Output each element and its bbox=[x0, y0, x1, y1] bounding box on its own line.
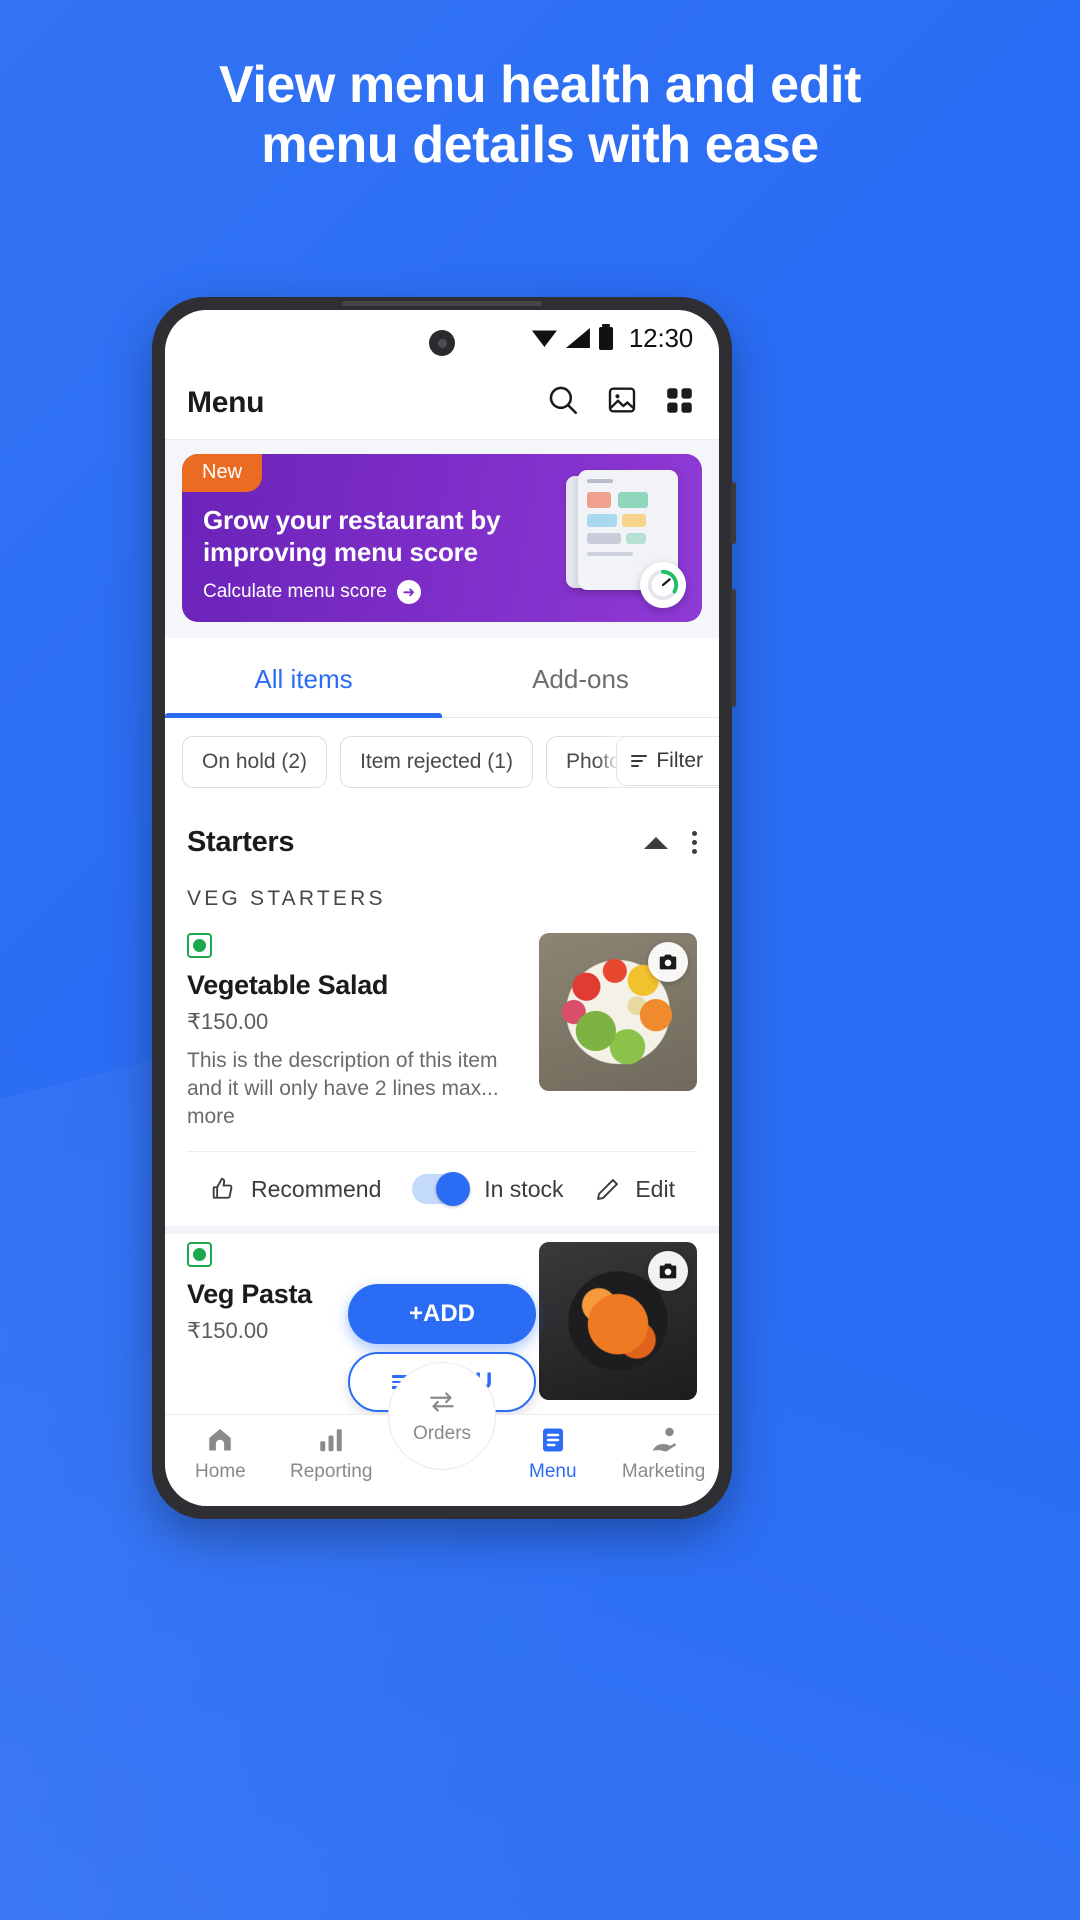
edit-label: Edit bbox=[635, 1175, 675, 1202]
caret-up-icon[interactable] bbox=[644, 836, 668, 849]
list-divider bbox=[165, 1226, 719, 1235]
veg-indicator-icon bbox=[187, 1242, 212, 1268]
section-title: Starters bbox=[187, 826, 295, 858]
image-icon[interactable] bbox=[606, 384, 638, 421]
status-icons: 12:30 bbox=[531, 322, 693, 354]
front-camera-icon bbox=[429, 330, 455, 356]
headline-line-1: View menu health and edit bbox=[218, 56, 862, 114]
promo-cta-label: Calculate menu score bbox=[203, 581, 387, 602]
promo-cta[interactable]: Calculate menu score ➜ bbox=[203, 580, 421, 604]
status-bar: 12:30 bbox=[165, 310, 719, 366]
in-stock-toggle-group[interactable]: In stock bbox=[412, 1172, 564, 1207]
search-icon[interactable] bbox=[546, 383, 580, 422]
menu-item-description: This is the description of this item and… bbox=[187, 1049, 499, 1129]
megaphone-hand-icon bbox=[652, 1427, 676, 1452]
in-stock-toggle[interactable] bbox=[412, 1172, 471, 1207]
promo-illustration bbox=[560, 470, 688, 610]
menu-item-name: Vegetable Salad bbox=[187, 970, 389, 1000]
section-header-starters: Starters bbox=[165, 806, 719, 869]
promo-art-footer-line bbox=[587, 552, 633, 556]
menu-item-thumbnail[interactable] bbox=[539, 1242, 697, 1401]
filter-button-label: Filter bbox=[656, 749, 703, 772]
tab-add-ons[interactable]: Add-ons bbox=[442, 638, 719, 717]
menu-item-actions: Recommend In stock Edit bbox=[187, 1151, 697, 1226]
promo-banner-container: New Grow your restaurant by improving me… bbox=[165, 440, 719, 638]
promo-art-block-3 bbox=[587, 514, 617, 527]
nav-item-marketing-label: Marketing bbox=[621, 1461, 706, 1482]
pencil-icon bbox=[597, 1178, 619, 1200]
tab-bar: All items Add-ons bbox=[165, 638, 719, 718]
filter-lines-icon bbox=[631, 755, 648, 767]
wifi-icon bbox=[531, 330, 557, 347]
nav-item-menu-label: Menu bbox=[529, 1461, 577, 1482]
chip-on-hold[interactable]: On hold (2) bbox=[182, 736, 328, 788]
promo-art-block-2 bbox=[618, 492, 648, 508]
promo-art-block-6 bbox=[626, 533, 646, 544]
tab-all-items-label: All items bbox=[254, 664, 353, 694]
nav-item-home[interactable]: Home bbox=[165, 1425, 276, 1483]
menu-item-thumbnail[interactable] bbox=[539, 933, 697, 1091]
nav-item-reporting-label: Reporting bbox=[290, 1461, 373, 1482]
tab-all-items[interactable]: All items bbox=[165, 638, 442, 718]
home-icon bbox=[209, 1429, 232, 1451]
recommend-label: Recommend bbox=[251, 1175, 382, 1202]
promo-title-line-2: improving menu score bbox=[203, 536, 478, 567]
filter-button[interactable]: Filter bbox=[616, 736, 719, 786]
in-stock-label: In stock bbox=[484, 1175, 564, 1202]
menu-item-content: Vegetable Salad ₹150.00 This is the desc… bbox=[187, 925, 697, 1131]
menu-item-price: ₹150.00 bbox=[187, 1009, 269, 1034]
add-item-button[interactable]: +ADD bbox=[348, 1284, 536, 1344]
nav-item-marketing[interactable]: Marketing bbox=[608, 1425, 719, 1483]
kebab-menu-icon[interactable] bbox=[692, 831, 697, 854]
nav-item-orders[interactable]: Orders bbox=[388, 1362, 496, 1470]
signal-icon bbox=[565, 328, 590, 348]
menu-score-gauge-icon bbox=[640, 562, 686, 608]
section-tools bbox=[644, 831, 697, 854]
promo-title: Grow your restaurant by improving menu s… bbox=[203, 505, 533, 568]
menu-list-icon bbox=[542, 1428, 563, 1452]
add-item-label: +ADD bbox=[408, 1300, 475, 1327]
nav-item-reporting[interactable]: Reporting bbox=[276, 1425, 387, 1483]
promo-new-badge: New bbox=[182, 454, 263, 492]
headline-line-2: menu details with ease bbox=[261, 115, 819, 174]
phone-frame: 12:30 Menu New Grow your restaurant by i… bbox=[152, 297, 736, 1519]
nav-item-menu[interactable]: Menu bbox=[497, 1425, 608, 1483]
phone-screen: 12:30 Menu New Grow your restaurant by i… bbox=[165, 310, 719, 1506]
list-item[interactable]: Vegetable Salad ₹150.00 This is the desc… bbox=[165, 925, 719, 1226]
bar-chart-icon bbox=[320, 1429, 342, 1452]
app-bar-actions bbox=[546, 383, 695, 422]
arrow-right-circle-icon: ➜ bbox=[396, 580, 421, 604]
tab-add-ons-label: Add-ons bbox=[532, 664, 629, 694]
battery-icon bbox=[598, 323, 613, 350]
bottom-navigation: Home Reporting Menu Marketing Orders bbox=[165, 1362, 719, 1506]
transfer-arrows-icon bbox=[430, 1392, 454, 1412]
thumbs-up-icon bbox=[212, 1178, 233, 1200]
app-bar: Menu bbox=[165, 366, 719, 440]
camera-icon[interactable] bbox=[648, 942, 688, 982]
chip-item-rejected[interactable]: Item rejected (1) bbox=[340, 736, 533, 788]
page-title: Menu bbox=[187, 385, 265, 419]
promo-art-block-1 bbox=[587, 492, 611, 508]
veg-indicator-icon bbox=[187, 933, 212, 958]
grid-icon[interactable] bbox=[664, 385, 695, 421]
recommend-action[interactable]: Recommend bbox=[209, 1175, 381, 1203]
edit-action[interactable]: Edit bbox=[594, 1176, 675, 1203]
promo-art-block-4 bbox=[622, 514, 646, 527]
promo-art-title-line bbox=[587, 479, 613, 483]
subsection-title: VEG STARTERS bbox=[187, 887, 386, 910]
status-time: 12:30 bbox=[628, 322, 693, 353]
menu-item-details: Vegetable Salad ₹150.00 This is the desc… bbox=[187, 933, 517, 1131]
promo-banner[interactable]: New Grow your restaurant by improving me… bbox=[182, 454, 702, 622]
nav-item-home-label: Home bbox=[195, 1461, 246, 1482]
promo-title-line-1: Grow your restaurant by bbox=[203, 505, 501, 535]
filter-chips-row: On hold (2) Item rejected (1) Photo reje… bbox=[165, 718, 719, 806]
nav-item-orders-label: Orders bbox=[412, 1423, 472, 1444]
promo-art-block-5 bbox=[587, 533, 621, 544]
page-headline: View menu health and edit menu details w… bbox=[0, 56, 1080, 176]
phone-speaker bbox=[342, 301, 542, 306]
